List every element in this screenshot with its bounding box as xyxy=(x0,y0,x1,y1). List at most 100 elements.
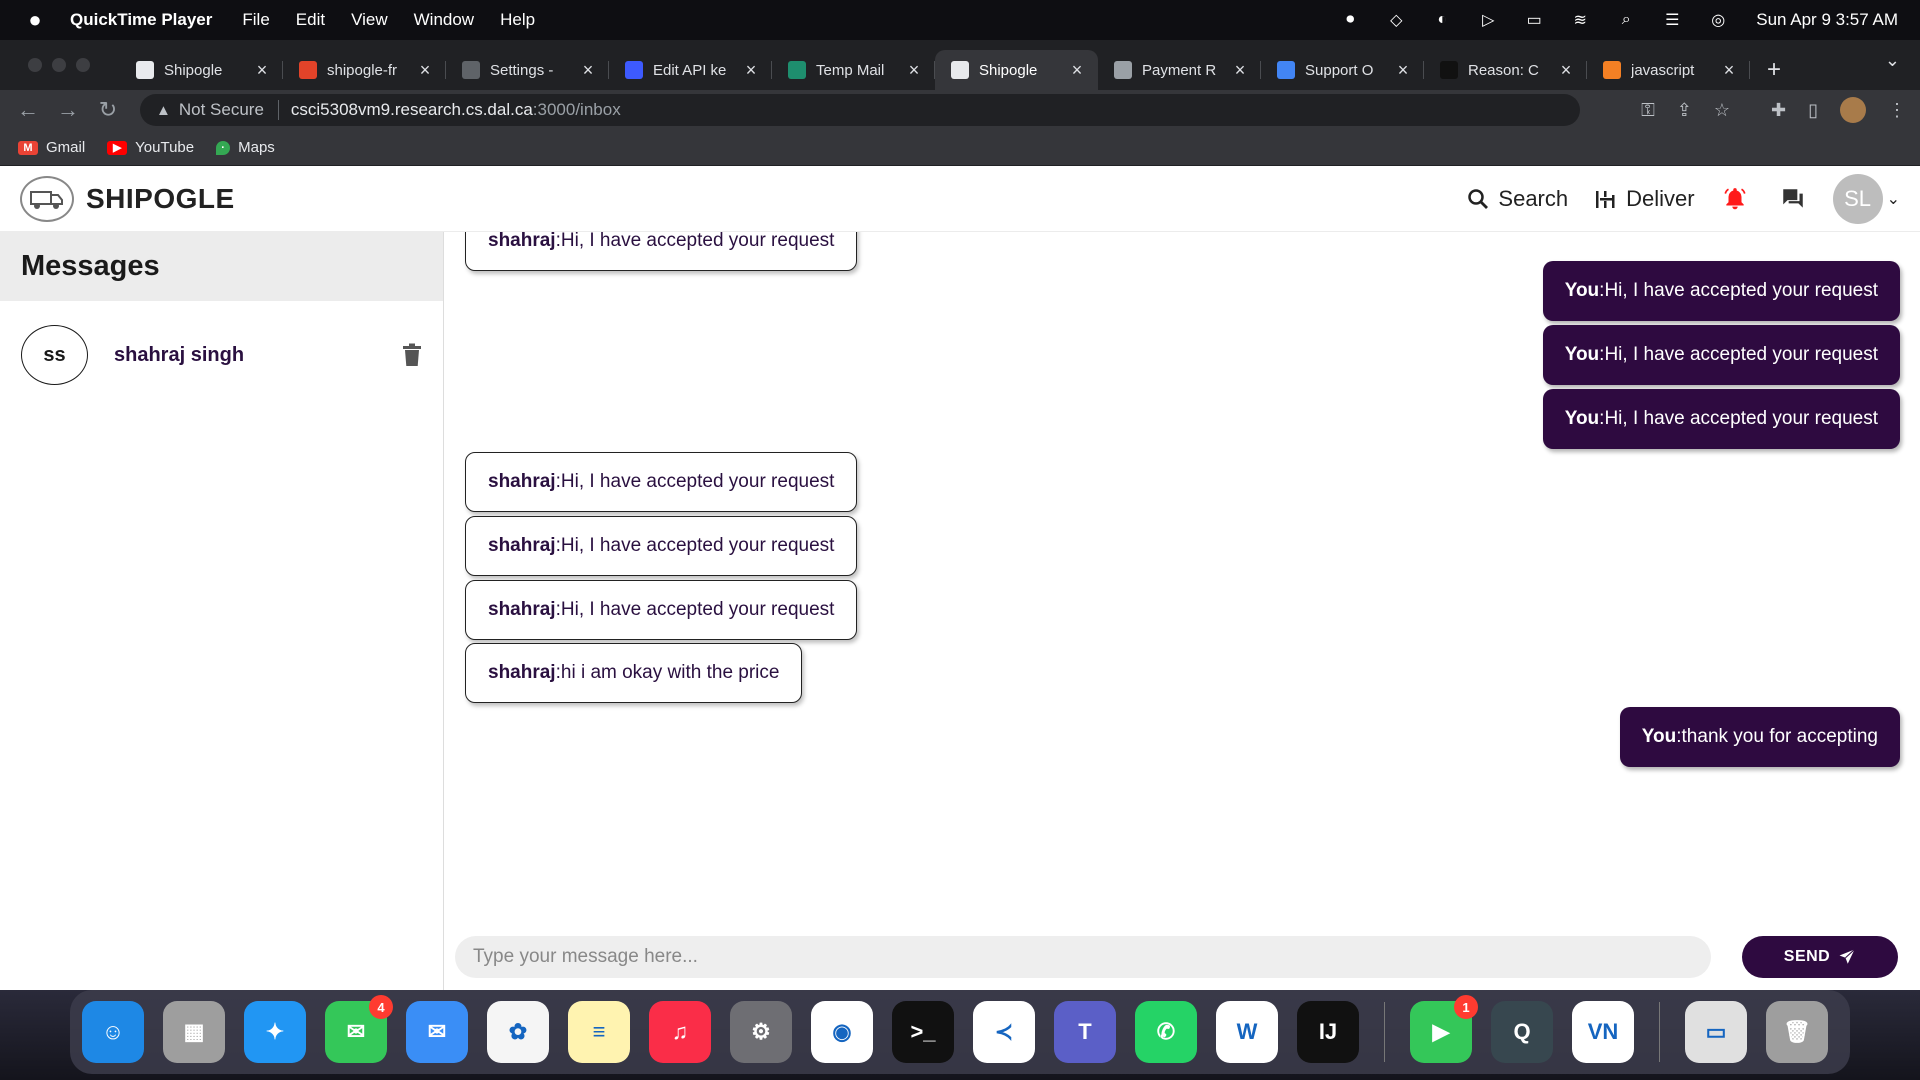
menu-view[interactable]: View xyxy=(351,10,388,30)
dock-safari-icon[interactable]: ✦ xyxy=(244,1001,306,1063)
play-icon[interactable]: ▷ xyxy=(1476,10,1500,30)
forward-arrow-icon[interactable]: → xyxy=(48,97,88,123)
vpn-icon[interactable]: ◐ xyxy=(1430,10,1454,30)
chat-icon[interactable] xyxy=(1779,185,1807,213)
browser-tab[interactable]: Shipogle × xyxy=(935,50,1098,90)
browser-tab[interactable]: Settings - × xyxy=(446,50,609,90)
outgoing-message: You: Hi, I have accepted your request xyxy=(1542,261,1900,321)
notification-bell-icon[interactable] xyxy=(1721,185,1749,213)
menu-file[interactable]: File xyxy=(242,10,269,30)
chrome-menu-icon[interactable]: ⋮ xyxy=(1888,100,1906,121)
deliver-nav-link[interactable]: Deliver xyxy=(1594,186,1695,212)
dock-html-file-icon[interactable]: ▭ xyxy=(1685,1001,1747,1063)
close-tab-icon[interactable]: × xyxy=(416,60,434,81)
browser-tab[interactable]: Edit API ke × xyxy=(609,50,772,90)
extensions-puzzle-icon[interactable]: ✚ xyxy=(1771,100,1786,121)
browser-tab[interactable]: Shipogle × xyxy=(120,50,283,90)
conversation-item[interactable]: ss shahraj singh xyxy=(0,301,443,409)
screen-record-icon[interactable]: ⏺ xyxy=(1338,10,1362,30)
delete-conversation-icon[interactable] xyxy=(401,343,423,367)
dock-trash-icon[interactable]: 🗑 xyxy=(1766,1001,1828,1063)
close-tab-icon[interactable]: × xyxy=(1231,60,1249,81)
close-tab-icon[interactable]: × xyxy=(1068,60,1086,81)
close-tab-icon[interactable]: × xyxy=(579,60,597,81)
control-center-icon[interactable]: ☰ xyxy=(1660,10,1684,30)
dock-vs-code-icon[interactable]: ≺ xyxy=(973,1001,1035,1063)
dock-teams-icon[interactable]: T xyxy=(1054,1001,1116,1063)
browser-tab[interactable]: Temp Mail × xyxy=(772,50,935,90)
zoom-window-button[interactable] xyxy=(76,58,90,72)
conversation-avatar: ss xyxy=(21,325,88,385)
search-icon xyxy=(1468,189,1489,209)
browser-tab[interactable]: shipogle-fr × xyxy=(283,50,446,90)
menu-edit[interactable]: Edit xyxy=(296,10,325,30)
message-input[interactable] xyxy=(455,936,1711,978)
dock-chrome-icon[interactable]: ◉ xyxy=(811,1001,873,1063)
shipogle-logo-icon[interactable] xyxy=(20,175,74,222)
bell-icon xyxy=(1724,188,1746,210)
share-icon[interactable]: ⇪ xyxy=(1677,100,1692,121)
profile-avatar[interactable] xyxy=(1840,97,1866,123)
menu-window[interactable]: Window xyxy=(414,10,474,30)
side-panel-icon[interactable]: ▯ xyxy=(1808,100,1818,121)
close-tab-icon[interactable]: × xyxy=(253,60,271,81)
browser-tab[interactable]: Reason: C × xyxy=(1424,50,1587,90)
spotlight-search-icon[interactable]: ⌕ xyxy=(1614,10,1638,30)
bookmark-youtube[interactable]: ▶ YouTube xyxy=(107,139,194,156)
dock-whatsapp-icon[interactable]: ✆ xyxy=(1135,1001,1197,1063)
close-tab-icon[interactable]: × xyxy=(1394,60,1412,81)
account-chevron-down-icon[interactable]: ⌄ xyxy=(1887,189,1900,209)
dock-terminal-icon[interactable]: >_ xyxy=(892,1001,954,1063)
reload-icon[interactable]: ↻ xyxy=(88,97,128,123)
dock-messages-icon[interactable]: ✉ 4 xyxy=(325,995,393,1063)
page-icon xyxy=(951,61,969,79)
menu-help[interactable]: Help xyxy=(500,10,535,30)
brand-name[interactable]: SHIPOGLE xyxy=(86,183,235,215)
dock-photos-icon[interactable]: ✿ xyxy=(487,1001,549,1063)
dock-finder-icon[interactable]: ☺ xyxy=(82,1001,144,1063)
password-key-icon[interactable]: ⚿ xyxy=(1641,100,1655,121)
send-button[interactable]: SEND xyxy=(1742,936,1898,978)
bookmark-gmail[interactable]: M Gmail xyxy=(18,139,85,156)
dock-word-icon[interactable]: W xyxy=(1216,1001,1278,1063)
dock-intellij-idea-icon[interactable]: IJ xyxy=(1297,1001,1359,1063)
dock-music-icon[interactable]: ♫ xyxy=(649,1001,711,1063)
new-tab-button[interactable]: + xyxy=(1754,50,1794,90)
menubar-clock[interactable]: Sun Apr 9 3:57 AM xyxy=(1756,10,1898,30)
wifi-icon[interactable]: ≋ xyxy=(1568,10,1592,30)
close-tab-icon[interactable]: × xyxy=(1557,60,1575,81)
tab-search-chevron-icon[interactable]: ⌄ xyxy=(1885,50,1900,71)
bookmark-maps[interactable]: · Maps xyxy=(216,139,275,156)
dock-system-settings-icon[interactable]: ⚙ xyxy=(730,1001,792,1063)
user-avatar[interactable]: SL xyxy=(1832,174,1883,224)
bookmark-star-icon[interactable]: ☆ xyxy=(1714,100,1730,121)
message-composer: SEND xyxy=(445,924,1920,990)
incoming-message: shahraj: Hi, I have accepted your reques… xyxy=(465,452,858,512)
app-name-menu[interactable]: QuickTime Player xyxy=(70,10,212,30)
message-text: Hi, I have accepted your request xyxy=(560,232,835,251)
incoming-message: shahraj: Hi, I have accepted your reques… xyxy=(465,580,858,640)
siri-icon[interactable]: ◎ xyxy=(1706,10,1730,30)
shield-icon[interactable]: ◇ xyxy=(1384,10,1408,30)
dock-mail-icon[interactable]: ✉ xyxy=(406,1001,468,1063)
browser-tab[interactable]: javascript × xyxy=(1587,50,1750,90)
apple-menu-icon[interactable]: ● xyxy=(0,7,70,33)
security-label[interactable]: Not Secure xyxy=(179,100,264,120)
battery-icon[interactable]: ▭ xyxy=(1522,10,1546,30)
dock-facetime-icon[interactable]: ▶ 1 xyxy=(1410,995,1478,1063)
dock-vn-icon[interactable]: VN xyxy=(1572,1001,1634,1063)
close-tab-icon[interactable]: × xyxy=(905,60,923,81)
address-bar[interactable]: ▲ Not Secure csci5308vm9.research.cs.dal… xyxy=(140,94,1580,126)
dock-launchpad-icon[interactable]: ▦ xyxy=(163,1001,225,1063)
warning-triangle-icon[interactable]: ▲ xyxy=(156,102,171,119)
dock-quicktime-icon[interactable]: Q xyxy=(1491,1001,1553,1063)
dock-notes-icon[interactable]: ≡ xyxy=(568,1001,630,1063)
close-tab-icon[interactable]: × xyxy=(742,60,760,81)
back-arrow-icon[interactable]: ← xyxy=(8,97,48,123)
close-tab-icon[interactable]: × xyxy=(1720,60,1738,81)
minimize-window-button[interactable] xyxy=(52,58,66,72)
browser-tab[interactable]: Payment R × xyxy=(1098,50,1261,90)
search-nav-link[interactable]: Search xyxy=(1466,186,1568,212)
close-window-button[interactable] xyxy=(28,58,42,72)
browser-tab[interactable]: Support O × xyxy=(1261,50,1424,90)
